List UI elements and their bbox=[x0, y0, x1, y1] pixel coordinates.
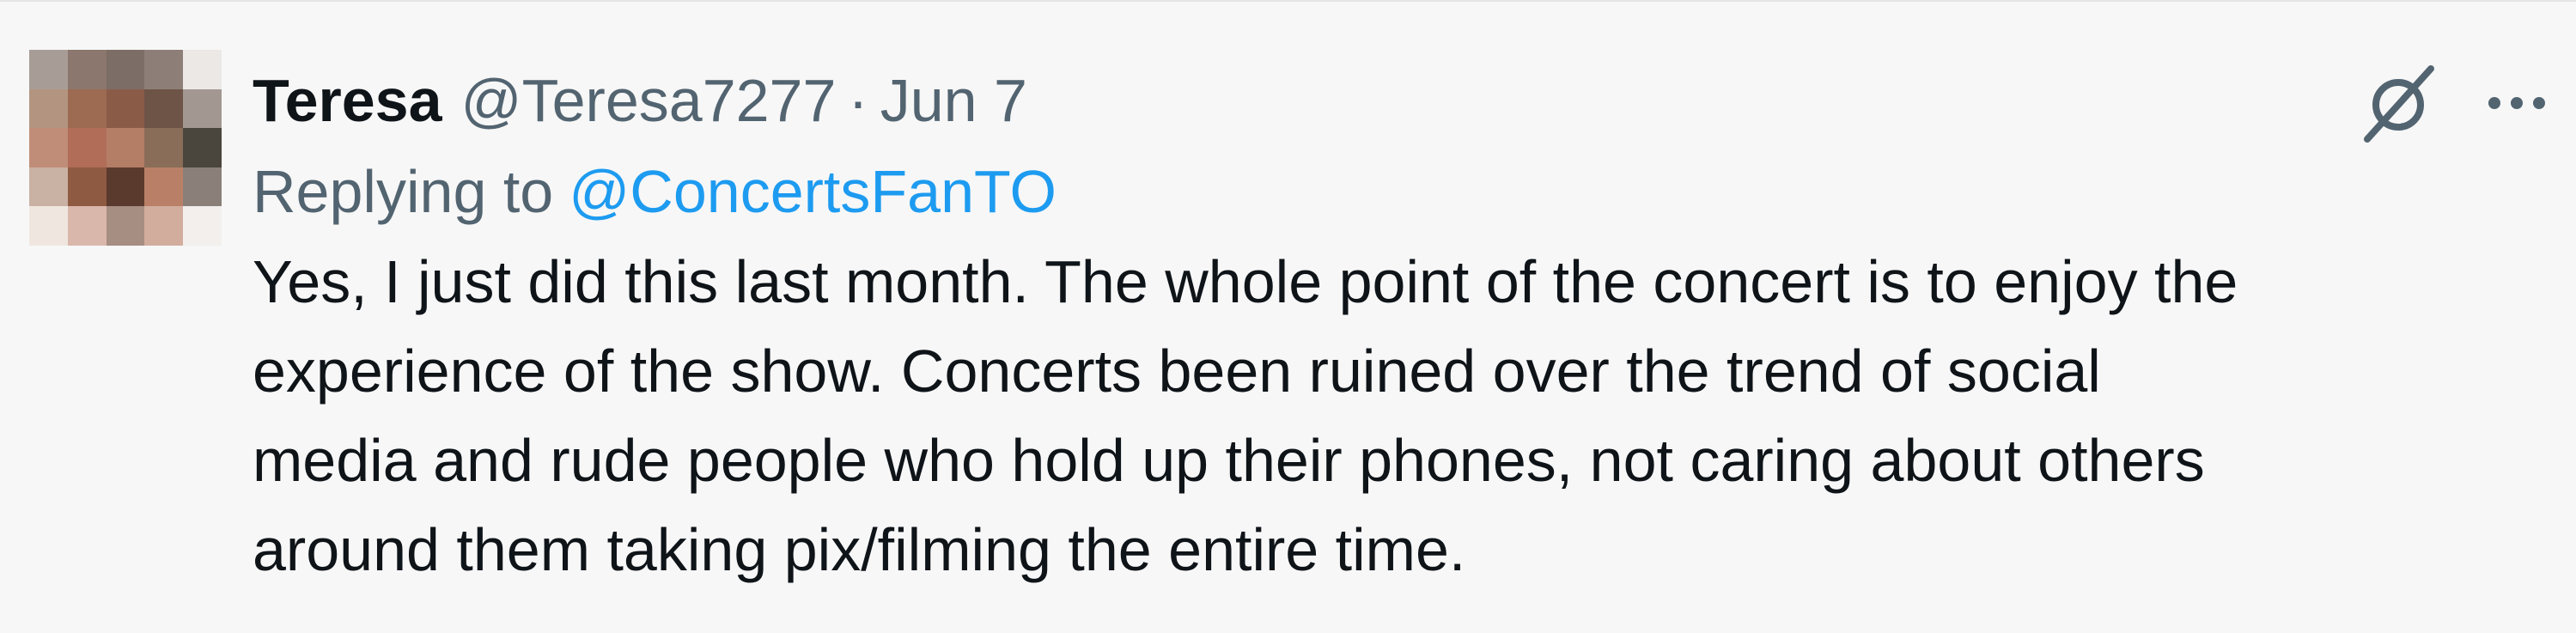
tweet-text: Yes, I just did this last month. The who… bbox=[253, 248, 2238, 583]
tweet-date[interactable]: Jun 7 bbox=[880, 53, 1027, 148]
avatar[interactable] bbox=[29, 50, 222, 246]
tweet[interactable]: Teresa @Teresa7277 · Jun 7 Replying to @C… bbox=[0, 0, 2576, 633]
reply-prefix: Replying to bbox=[253, 158, 554, 225]
more-icon[interactable] bbox=[2482, 77, 2551, 129]
reply-context: Replying to @ConcertsFanTO bbox=[253, 144, 2555, 239]
reply-to-link[interactable]: @ConcertsFanTO bbox=[569, 158, 1057, 225]
tweet-content: Teresa @Teresa7277 · Jun 7 Replying to @C… bbox=[253, 53, 2555, 594]
tweet-header: Teresa @Teresa7277 · Jun 7 bbox=[253, 53, 2555, 148]
divider bbox=[0, 0, 2576, 2]
separator-dot: · bbox=[848, 67, 868, 134]
user-handle[interactable]: @Teresa7277 bbox=[461, 53, 837, 148]
grok-icon[interactable] bbox=[2355, 60, 2441, 146]
display-name[interactable]: Teresa bbox=[253, 53, 442, 148]
